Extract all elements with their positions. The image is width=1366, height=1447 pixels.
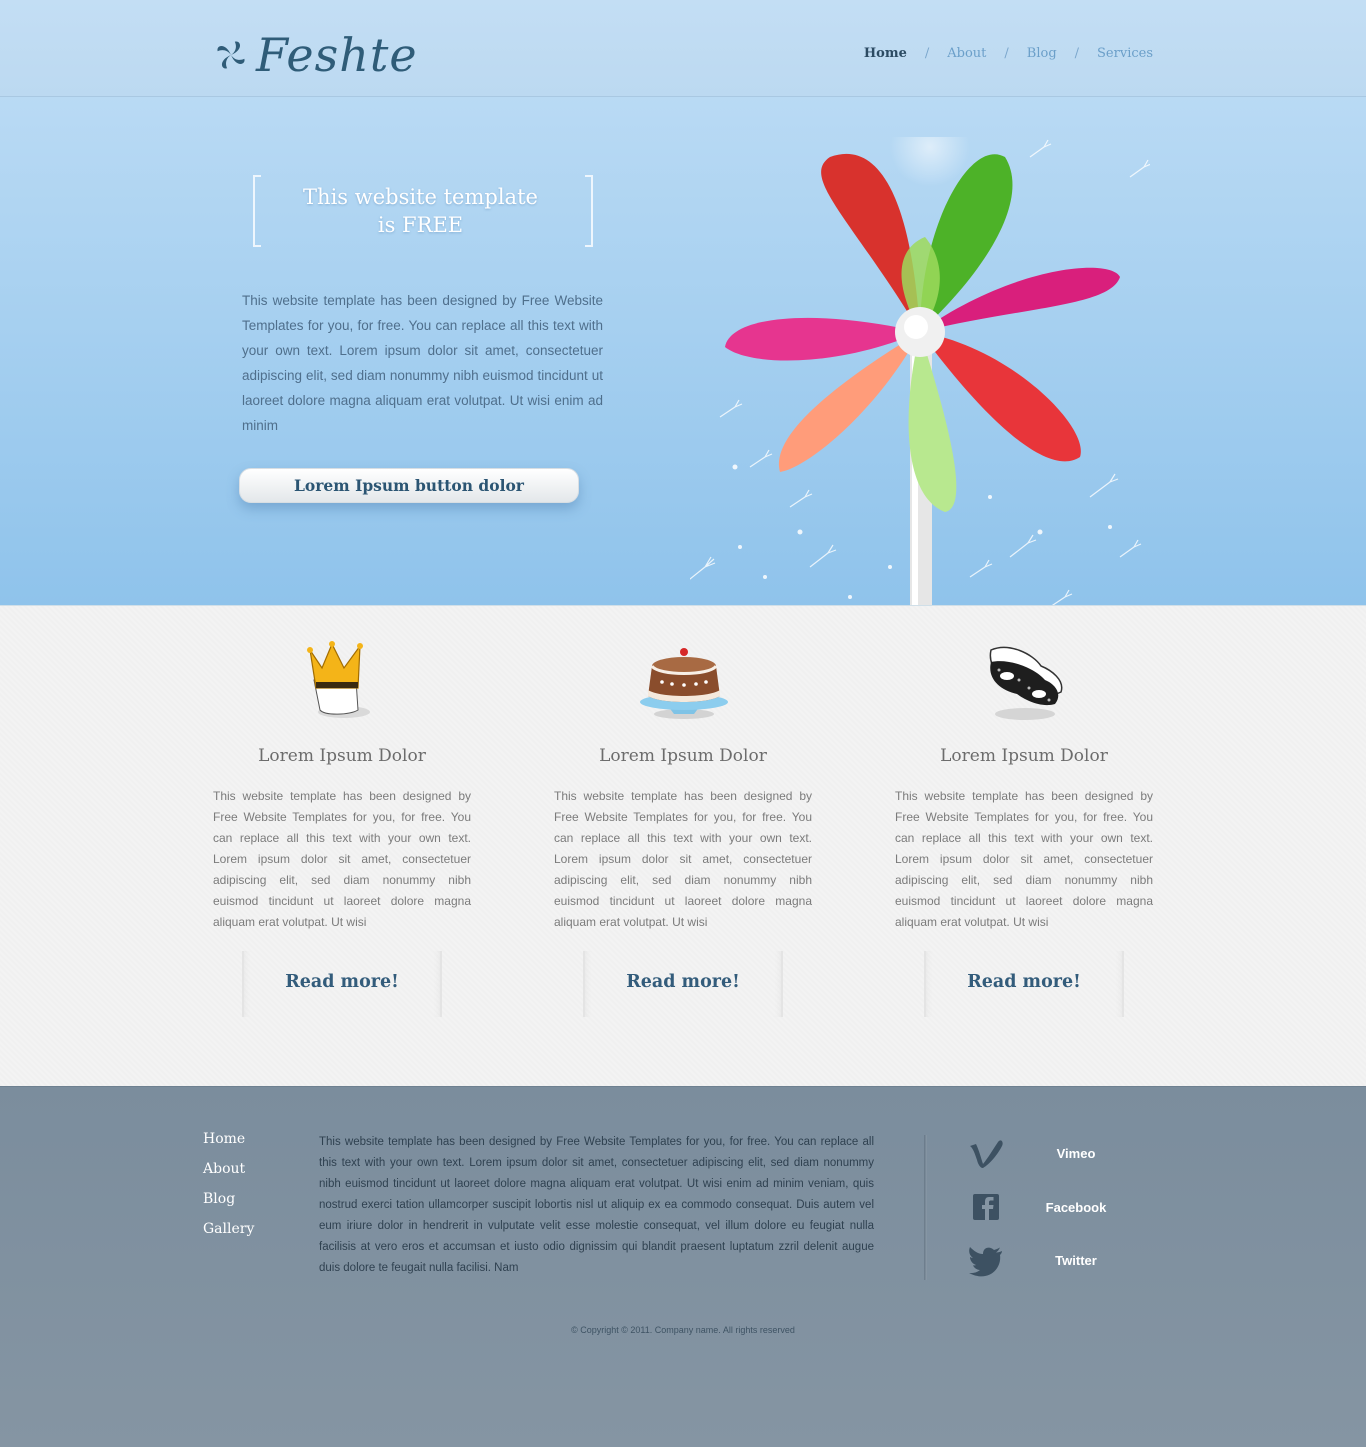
crown-icon bbox=[307, 641, 370, 718]
cake-icon bbox=[640, 648, 728, 719]
pinwheel-illustration bbox=[690, 137, 1150, 605]
feature-title: Lorem Ipsum Dolor bbox=[258, 746, 426, 766]
main-nav: Home / About / Blog / Services bbox=[864, 46, 1153, 61]
feature-title: Lorem Ipsum Dolor bbox=[940, 746, 1108, 766]
feature-text: This website template has been designed … bbox=[213, 789, 471, 929]
hero-banner: This website template is FREE This websi… bbox=[0, 97, 1366, 606]
feature-text: This website template has been designed … bbox=[554, 789, 812, 929]
hero-title-line1: This website template bbox=[303, 185, 538, 209]
feature-text: This website template has been designed … bbox=[895, 789, 1153, 929]
logo-text: Feshte bbox=[256, 28, 418, 82]
nav-separator: / bbox=[924, 46, 930, 61]
feature-title: Lorem Ipsum Dolor bbox=[599, 746, 767, 766]
nav-blog[interactable]: Blog bbox=[1027, 46, 1057, 61]
read-more-button[interactable]: Read more! bbox=[242, 951, 442, 1017]
vimeo-icon bbox=[970, 1140, 1003, 1168]
nav-home[interactable]: Home bbox=[864, 46, 907, 61]
site-footer: Home About Blog Gallery This website tem… bbox=[0, 1086, 1366, 1447]
social-label: Twitter bbox=[1055, 1252, 1097, 1268]
hero-title-line2: is FREE bbox=[377, 213, 464, 237]
features-section: Lorem Ipsum Dolor This website template … bbox=[0, 606, 1366, 1086]
footer-text: This website template has been designed … bbox=[319, 1136, 874, 1274]
hero-button[interactable]: Lorem Ipsum button dolor bbox=[239, 468, 579, 503]
nav-separator: / bbox=[1074, 46, 1080, 61]
site-header: Feshte Home / About / Blog / Services bbox=[0, 0, 1366, 97]
nav-services[interactable]: Services bbox=[1097, 46, 1153, 61]
hero-text: This website template has been designed … bbox=[242, 293, 603, 433]
nav-separator: / bbox=[1004, 46, 1009, 61]
social-twitter-link[interactable]: Twitter bbox=[968, 1243, 1148, 1277]
copyright: © Copyright © 2011. Company name. All ri… bbox=[571, 1325, 795, 1335]
hero-title: This website template is FREE bbox=[253, 183, 588, 239]
footer-nav: Home About Blog Gallery bbox=[203, 1131, 254, 1259]
facebook-icon bbox=[973, 1194, 999, 1220]
nav-about[interactable]: About bbox=[947, 46, 986, 61]
read-more-button[interactable]: Read more! bbox=[583, 951, 783, 1017]
pinwheel-logo-icon bbox=[217, 41, 245, 69]
read-more-button[interactable]: Read more! bbox=[924, 951, 1124, 1017]
social-label: Vimeo bbox=[1056, 1145, 1096, 1161]
twitter-icon bbox=[969, 1247, 1002, 1277]
footer-divider bbox=[924, 1135, 927, 1280]
logo[interactable]: Feshte bbox=[212, 30, 418, 80]
footer-nav-gallery[interactable]: Gallery bbox=[203, 1219, 254, 1259]
social-label: Facebook bbox=[1045, 1199, 1107, 1215]
social-vimeo-link[interactable]: Vimeo bbox=[968, 1136, 1148, 1170]
mask-icon bbox=[989, 646, 1063, 720]
social-facebook-link[interactable]: Facebook bbox=[968, 1190, 1148, 1224]
